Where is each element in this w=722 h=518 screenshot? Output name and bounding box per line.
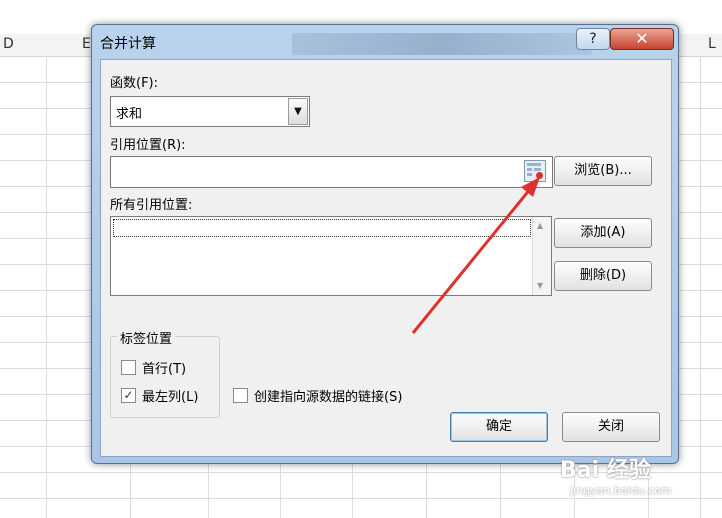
column-header-e[interactable]: E	[82, 36, 91, 52]
close-button[interactable]: 关闭	[562, 412, 660, 442]
add-button[interactable]: 添加(A)	[554, 218, 652, 248]
scroll-up-icon[interactable]: ▲	[537, 221, 543, 230]
grid-line	[46, 56, 47, 518]
grid-line	[0, 498, 722, 499]
column-header-l[interactable]: L	[708, 36, 716, 52]
function-label: 函数(F):	[110, 76, 159, 91]
left-column-label[interactable]: 最左列(L)	[142, 386, 198, 405]
left-column-checkbox[interactable]: ✓	[121, 388, 136, 403]
close-window-button[interactable]: ✕	[610, 28, 674, 50]
scrollbar[interactable]: ▲ ▼	[532, 217, 551, 295]
top-row-checkbox[interactable]	[121, 360, 136, 375]
dialog-title: 合并计算	[100, 36, 156, 52]
function-combobox[interactable]: 求和 ▼	[110, 96, 310, 127]
blurred-title-area	[292, 33, 592, 55]
browse-button[interactable]: 浏览(B)...	[554, 156, 652, 186]
list-item[interactable]	[113, 219, 531, 237]
function-value: 求和	[116, 107, 143, 122]
watermark-logo: Bai 经验	[560, 458, 651, 483]
scroll-down-icon[interactable]: ▼	[537, 281, 543, 290]
all-references-list[interactable]: ▲ ▼	[110, 216, 552, 296]
ok-button[interactable]: 确定	[450, 412, 548, 442]
all-references-label: 所有引用位置:	[110, 198, 193, 213]
label-position-group	[110, 336, 220, 418]
reference-input[interactable]	[110, 156, 553, 188]
help-button[interactable]: ?	[576, 28, 610, 50]
label-position-title: 标签位置	[117, 328, 176, 347]
collapse-dialog-icon[interactable]	[524, 160, 546, 182]
consolidate-dialog: 合并计算 ? ✕ 函数(F): 求和 ▼ 引用位置(R): 浏览(B)... 所…	[91, 24, 679, 464]
top-row-label[interactable]: 首行(T)	[142, 358, 186, 377]
column-header-d[interactable]: D	[3, 36, 14, 52]
create-links-checkbox[interactable]	[233, 388, 248, 403]
watermark-url: jingyan.baidu.com	[570, 484, 672, 497]
chevron-down-icon[interactable]: ▼	[288, 98, 308, 125]
dialog-content: 函数(F): 求和 ▼ 引用位置(R): 浏览(B)... 所有引用位置: ▲ …	[100, 59, 672, 457]
grid-line	[700, 56, 701, 518]
reference-label: 引用位置(R):	[110, 138, 186, 153]
delete-button[interactable]: 删除(D)	[554, 261, 652, 291]
create-links-label[interactable]: 创建指向源数据的链接(S)	[254, 386, 402, 405]
dialog-titlebar[interactable]: 合并计算 ? ✕	[92, 25, 678, 61]
